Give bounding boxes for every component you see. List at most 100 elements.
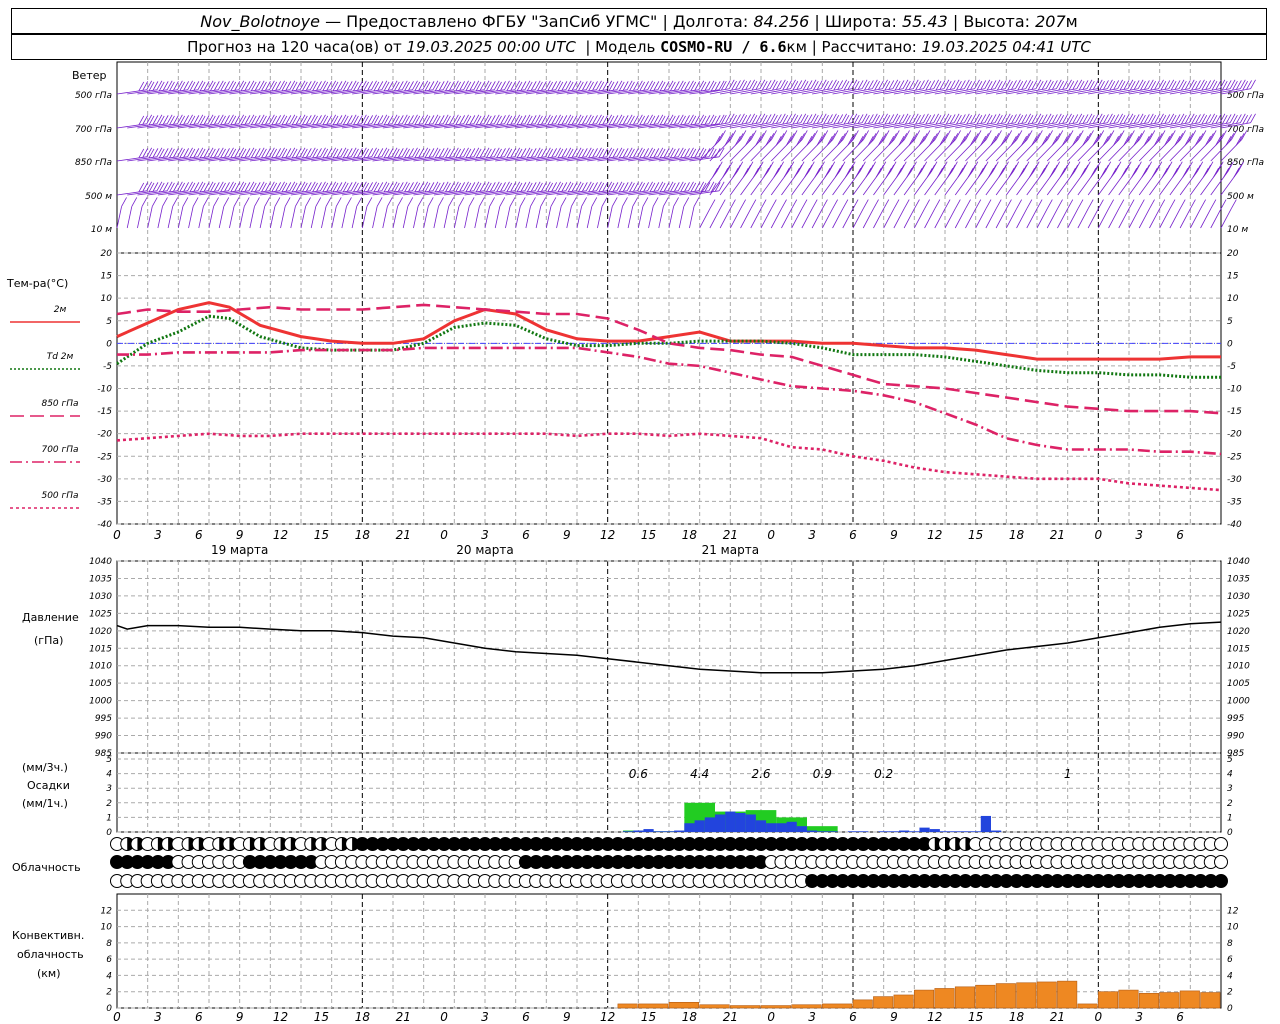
wind-barb-feather (937, 168, 943, 178)
wind-barb-feather (366, 197, 373, 207)
wind-barb-feather (652, 197, 659, 207)
wind-barb-feather (873, 199, 879, 209)
wind-barb-feather (796, 164, 803, 175)
precip-1h-bar (684, 823, 695, 832)
wind-barb-feather (908, 164, 915, 175)
pressure-y-tick: 1030 (89, 592, 112, 602)
precip-1h-bar (919, 827, 930, 832)
conv-x-tick: 3 (481, 1010, 489, 1024)
wind-barb-feather (834, 168, 841, 178)
wind-barb-feather (765, 164, 772, 175)
wind-barb-feather (1192, 168, 1199, 178)
x-tick: 12 (927, 528, 942, 542)
conv-x-tick: 9 (563, 1010, 571, 1024)
wind-barb (637, 206, 644, 229)
x-tick: 9 (563, 528, 571, 542)
wind-barb (944, 170, 963, 196)
wind-barb-feather (855, 168, 862, 178)
wind-barb-feather (1202, 168, 1209, 178)
wind-barb-feather (875, 168, 882, 178)
wind-barb (1087, 208, 1099, 229)
wind-barb (331, 206, 337, 229)
precip-y-tick-right: 0 (1227, 828, 1233, 838)
conv-bar (791, 1004, 822, 1009)
wind-barb-feather (1116, 133, 1122, 143)
wind-barb-feather (1080, 168, 1086, 178)
legend-label: 2м (54, 305, 67, 315)
wind-barb-feather (1177, 133, 1184, 143)
wind-barb (617, 206, 623, 229)
wind-barb-feather (949, 164, 956, 175)
temp-y-tick-right: -5 (1227, 362, 1236, 372)
wind-barb-feather (755, 164, 762, 175)
wind-barb (188, 206, 194, 229)
wind-barb-feather (1044, 161, 1050, 171)
wind-barb-feather (996, 130, 1002, 140)
wind-barb (423, 206, 429, 229)
temp-y-tick: -5 (103, 362, 112, 372)
conv-x-tick: 15 (641, 1010, 656, 1024)
wind-barb-feather (763, 168, 770, 178)
wind-barb-feather (988, 168, 994, 178)
conv-x-tick: 3 (808, 1010, 816, 1024)
pressure-title: Давление (22, 611, 79, 624)
wind-barb (1087, 170, 1107, 196)
wind-title: Ветер (72, 69, 106, 82)
wind-barb-feather (962, 133, 969, 143)
temp-y-tick: -40 (97, 520, 112, 530)
wind-barb-feather (747, 161, 754, 171)
wind-barb (770, 139, 793, 162)
wind-barb (147, 206, 153, 229)
conv-y-tick: 0 (106, 1004, 112, 1014)
wind-barb-feather (978, 168, 984, 178)
wind-barb-feather (778, 161, 784, 171)
wind-barb-feather (1006, 130, 1013, 140)
wind-barb (1097, 208, 1110, 229)
x-tick: 12 (600, 528, 615, 542)
wind-barb-feather (1159, 199, 1166, 209)
precip-unit-1h: (мм/1ч.) (22, 797, 68, 810)
precip-1h-bar (858, 831, 869, 832)
wind-barb (1179, 208, 1191, 229)
x-tick: 3 (808, 528, 816, 542)
wind-barb (924, 170, 943, 196)
wind-barb (985, 208, 997, 229)
conv-x-tick: 6 (195, 1010, 203, 1024)
wind-barb-feather (489, 197, 495, 207)
wind-barb-feather (1136, 133, 1143, 143)
wind-barb-feather (1103, 164, 1109, 175)
wind-barb-feather (890, 161, 897, 171)
wind-barb (361, 206, 368, 229)
conv-y-tick: 10 (101, 923, 113, 933)
wind-barb (883, 139, 905, 162)
wind-barb-feather (1008, 168, 1015, 178)
conv-bar (893, 994, 914, 1009)
wind-barb (1169, 139, 1192, 162)
wind-barb (1005, 208, 1018, 229)
wind-barb-feather (1141, 168, 1148, 178)
wind-barb-feather (397, 197, 403, 207)
conv-y-tick: 8 (106, 939, 112, 949)
temp-y-tick: -35 (97, 497, 112, 507)
wind-barb (1210, 170, 1229, 196)
precip-1h-bar (796, 826, 807, 832)
wind-barb-feather (883, 199, 890, 209)
wind-barb-feather (1054, 133, 1061, 143)
wind-barb (1098, 170, 1117, 196)
wind-barb (801, 170, 820, 196)
wind-barb (310, 206, 317, 229)
pressure-y-tick-right: 1020 (1227, 627, 1250, 637)
wind-barb-feather (921, 161, 928, 171)
wind-barb-feather (898, 164, 905, 175)
wind-barb-feather (775, 164, 782, 175)
wind-barb (1200, 139, 1222, 162)
precip-unit-3h: (мм/3ч.) (22, 761, 68, 774)
wind-barb-feather (203, 197, 209, 207)
wind-barb (545, 206, 552, 229)
legend-label: Td 2м (47, 352, 74, 362)
pressure-y-tick: 1005 (89, 679, 112, 689)
wind-barb (975, 170, 994, 196)
wind-barb-feather (1110, 168, 1117, 178)
wind-barb-feather (305, 197, 311, 207)
wind-barb-feather (1088, 130, 1094, 140)
